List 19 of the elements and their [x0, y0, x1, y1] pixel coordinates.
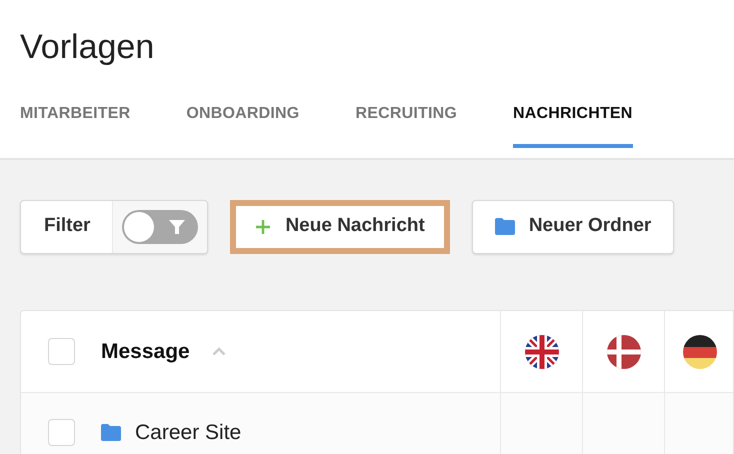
page-title: Vorlagen	[20, 27, 156, 68]
tab[interactable]: MITARBEITER	[20, 102, 130, 148]
row-label[interactable]: Career Site	[135, 416, 242, 448]
denmark-flag-icon	[606, 334, 640, 368]
folder-icon	[101, 424, 121, 441]
filter-toggle[interactable]	[122, 210, 198, 244]
new-message-button[interactable]: Neue Nachricht	[230, 200, 450, 254]
tab[interactable]: NACHRICHTEN	[513, 102, 633, 148]
funnel-icon	[168, 218, 186, 236]
new-folder-button[interactable]: Neuer Ordner	[472, 200, 674, 254]
column-header[interactable]: Message	[101, 336, 190, 368]
uk-flag-icon	[524, 334, 558, 368]
folder-icon	[494, 218, 515, 235]
checkbox[interactable]	[48, 338, 75, 365]
tab[interactable]: RECRUITING	[355, 102, 458, 148]
germany-flag-icon	[683, 334, 717, 368]
tab[interactable]: ONBOARDING	[186, 102, 300, 148]
checkbox[interactable]	[48, 419, 75, 446]
plus-icon	[255, 218, 272, 234]
